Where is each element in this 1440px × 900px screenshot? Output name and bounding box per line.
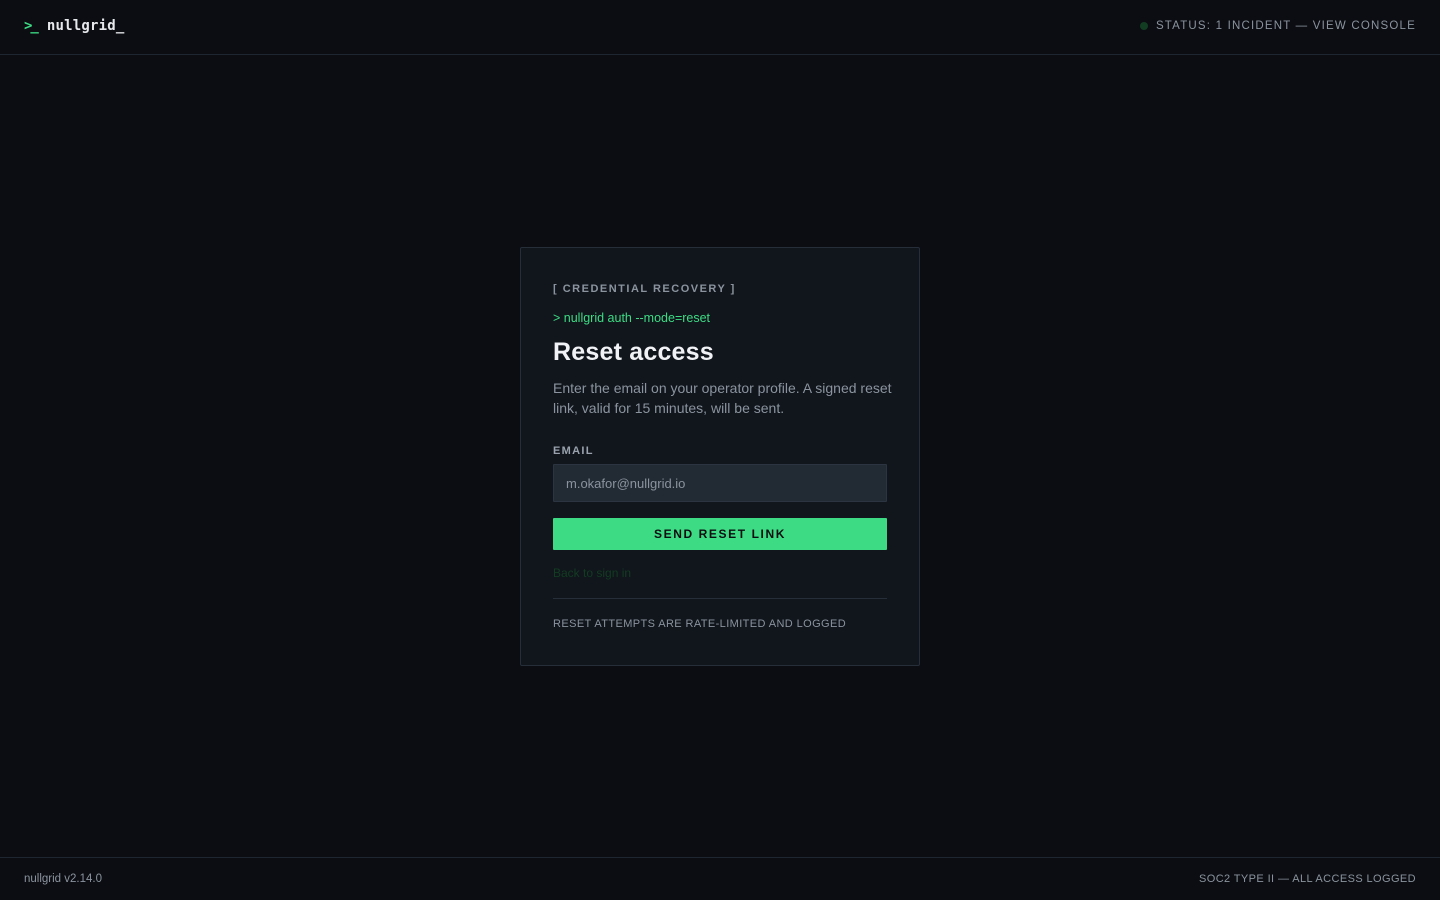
card-eyebrow: [ CREDENTIAL RECOVERY ]: [553, 283, 736, 295]
send-reset-link-button[interactable]: SEND RESET LINK: [553, 518, 887, 550]
status-text: STATUS: 1 INCIDENT — VIEW CONSOLE: [1155, 20, 1416, 32]
compliance-label: SOC2 TYPE II — ALL ACCESS LOGGED: [1199, 873, 1416, 885]
reset-card: [ CREDENTIAL RECOVERY ] > nullgrid auth …: [520, 247, 920, 666]
footer: nullgrid v2.14.0 SOC2 TYPE II — ALL ACCE…: [0, 857, 1440, 900]
command-line: > nullgrid auth --mode=reset: [553, 311, 711, 325]
email-field[interactable]: [553, 464, 887, 502]
top-bar: >_ nullgrid_ STATUS: 1 INCIDENT — VIEW C…: [0, 0, 1440, 55]
page-title: Reset access: [553, 338, 714, 366]
status-console-link[interactable]: STATUS: 1 INCIDENT — VIEW CONSOLE: [1139, 20, 1416, 32]
brand-logo[interactable]: >_ nullgrid_: [24, 18, 125, 34]
page-description: Enter the email on your operator profile…: [553, 380, 892, 416]
email-label: EMAIL: [553, 445, 594, 457]
back-to-sign-in-link[interactable]: Back to sign in: [553, 566, 631, 580]
brand-name: nullgrid_: [46, 18, 125, 34]
version-label: nullgrid v2.14.0: [24, 873, 102, 885]
terminal-icon: >_: [24, 18, 39, 34]
rate-limit-note: RESET ATTEMPTS ARE RATE-LIMITED AND LOGG…: [553, 618, 847, 630]
status-dot-icon: [1139, 22, 1148, 30]
divider: [553, 598, 887, 599]
